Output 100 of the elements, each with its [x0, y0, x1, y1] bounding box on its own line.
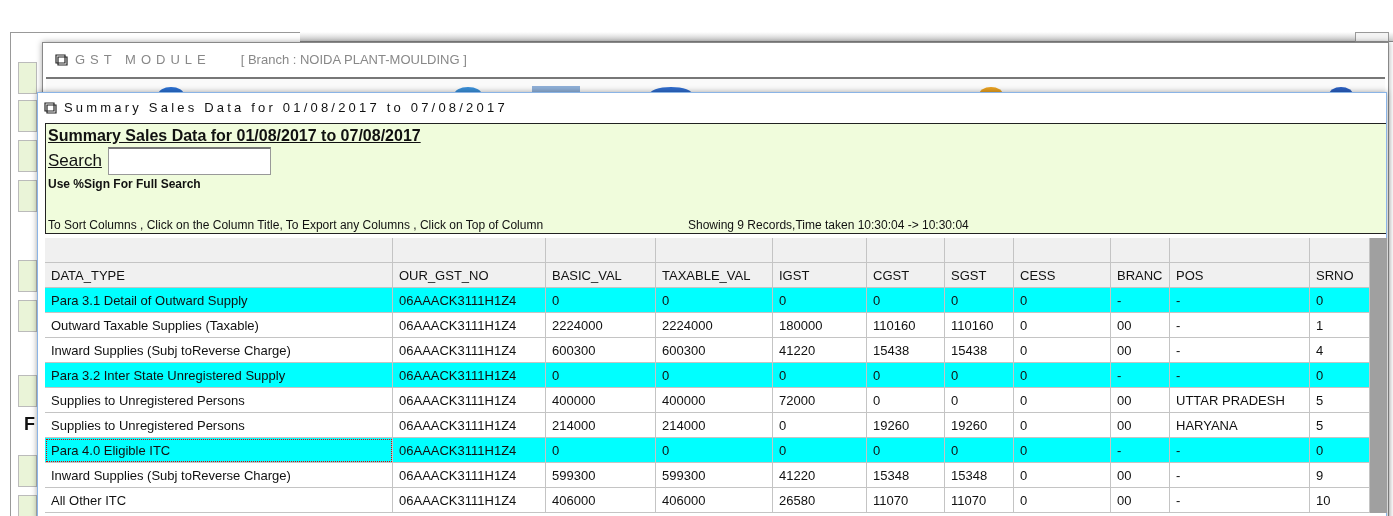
- window-icon: [44, 100, 58, 114]
- table-cell: 600300: [546, 338, 656, 363]
- column-export-cell[interactable]: [867, 238, 945, 263]
- table-cell: -: [1170, 488, 1310, 513]
- table-cell: 41220: [773, 338, 867, 363]
- column-export-cell[interactable]: [945, 238, 1014, 263]
- table-cell: 00: [1111, 313, 1170, 338]
- side-button[interactable]: [18, 100, 37, 132]
- table-cell: -: [1111, 438, 1170, 463]
- side-button[interactable]: [18, 62, 37, 94]
- search-link[interactable]: Search: [48, 151, 102, 171]
- column-header[interactable]: IGST: [773, 263, 867, 288]
- table-cell: 0: [1014, 288, 1111, 313]
- table-cell: -: [1111, 288, 1170, 313]
- table-cell: 0: [1014, 413, 1111, 438]
- table-cell: 11070: [867, 488, 945, 513]
- table-cell: Outward Taxable Supplies (Taxable): [45, 313, 393, 338]
- table-cell: 06AAACK3111H1Z4: [393, 288, 546, 313]
- column-header[interactable]: BASIC_VAL: [546, 263, 656, 288]
- column-export-cell[interactable]: [1111, 238, 1170, 263]
- table-cell: 06AAACK3111H1Z4: [393, 363, 546, 388]
- table-cell: 9: [1310, 463, 1370, 488]
- window-icon: [55, 52, 69, 66]
- table-cell: 180000: [773, 313, 867, 338]
- table-cell: 0: [1310, 288, 1370, 313]
- table-cell: Supplies to Unregistered Persons: [45, 413, 393, 438]
- table-cell: -: [1111, 363, 1170, 388]
- report-heading: Summary Sales Data for 01/08/2017 to 07/08/2017: [48, 127, 421, 145]
- column-header[interactable]: OUR_GST_NO: [393, 263, 546, 288]
- table-cell: 2224000: [656, 313, 773, 338]
- table-cell: 06AAACK3111H1Z4: [393, 463, 546, 488]
- table-cell: 0: [945, 363, 1014, 388]
- table-cell: 110160: [945, 313, 1014, 338]
- side-button[interactable]: [18, 300, 37, 332]
- table-cell: 06AAACK3111H1Z4: [393, 438, 546, 463]
- table-cell: 0: [656, 288, 773, 313]
- column-header[interactable]: POS: [1170, 263, 1310, 288]
- column-export-cell[interactable]: [45, 238, 393, 263]
- column-export-cell[interactable]: [1170, 238, 1310, 263]
- column-header[interactable]: TAXABLE_VAL: [656, 263, 773, 288]
- column-export-cell[interactable]: [773, 238, 867, 263]
- table-cell: 0: [945, 388, 1014, 413]
- column-header[interactable]: SGST: [945, 263, 1014, 288]
- table-cell: 0: [656, 438, 773, 463]
- table-cell: 0: [1014, 363, 1111, 388]
- table-cell: 00: [1111, 413, 1170, 438]
- table-cell: 0: [656, 363, 773, 388]
- column-export-cell[interactable]: [1014, 238, 1111, 263]
- table-cell: 5: [1310, 388, 1370, 413]
- table-cell: -: [1170, 288, 1310, 313]
- table-cell: 0: [945, 288, 1014, 313]
- table-cell: -: [1170, 338, 1310, 363]
- side-button[interactable]: [18, 180, 37, 212]
- column-export-cell[interactable]: [656, 238, 773, 263]
- table-cell: 06AAACK3111H1Z4: [393, 338, 546, 363]
- table-cell: 0: [867, 388, 945, 413]
- table-cell: 00: [1111, 463, 1170, 488]
- table-cell: 0: [546, 363, 656, 388]
- window-button[interactable]: [1355, 32, 1389, 42]
- table-cell: 400000: [546, 388, 656, 413]
- table-cell: Para 3.1 Detail of Outward Supply: [45, 288, 393, 313]
- records-info: Showing 9 Records,Time taken 10:30:04 -> 10:30:04: [688, 218, 969, 232]
- column-export-cell[interactable]: [393, 238, 546, 263]
- window-title: GST MODULE: [75, 51, 211, 67]
- table-cell: 214000: [656, 413, 773, 438]
- column-export-cell[interactable]: [546, 238, 656, 263]
- column-export-cell[interactable]: [1310, 238, 1370, 263]
- column-header[interactable]: CESS: [1014, 263, 1111, 288]
- column-header[interactable]: BRANC: [1111, 263, 1170, 288]
- side-button[interactable]: [18, 455, 37, 487]
- table-cell: 4: [1310, 338, 1370, 363]
- table-cell: 11070: [945, 488, 1014, 513]
- search-field[interactable]: [107, 147, 271, 175]
- table-cell: 06AAACK3111H1Z4: [393, 313, 546, 338]
- table-cell: 0: [1014, 313, 1111, 338]
- column-header[interactable]: CGST: [867, 263, 945, 288]
- table-cell: UTTAR PRADESH: [1170, 388, 1310, 413]
- column-header[interactable]: SRNO: [1310, 263, 1370, 288]
- table-cell: 06AAACK3111H1Z4: [393, 388, 546, 413]
- sort-hint: To Sort Columns , Click on the Column Title, To Export any Columns , Click on Top of Column: [48, 218, 545, 232]
- table-cell: 0: [867, 363, 945, 388]
- table-cell: 06AAACK3111H1Z4: [393, 488, 546, 513]
- table-cell: 0: [1014, 438, 1111, 463]
- scrollbar[interactable]: [1370, 238, 1387, 513]
- table-cell: 10: [1310, 488, 1370, 513]
- column-header[interactable]: DATA_TYPE: [45, 263, 393, 288]
- side-button[interactable]: [18, 375, 37, 407]
- side-button[interactable]: [18, 260, 37, 292]
- table-cell: Inward Supplies (Subj toReverse Charge): [45, 338, 393, 363]
- table-cell: 2224000: [546, 313, 656, 338]
- table-cell: 600300: [656, 338, 773, 363]
- table-cell: 19260: [867, 413, 945, 438]
- table-cell: 0: [1310, 438, 1370, 463]
- side-button[interactable]: [18, 140, 37, 172]
- table-cell: All Other ITC: [45, 488, 393, 513]
- table-cell: 15348: [945, 463, 1014, 488]
- table-cell: Supplies to Unregistered Persons: [45, 388, 393, 413]
- table-cell: 599300: [656, 463, 773, 488]
- table-cell: 599300: [546, 463, 656, 488]
- table-cell: 214000: [546, 413, 656, 438]
